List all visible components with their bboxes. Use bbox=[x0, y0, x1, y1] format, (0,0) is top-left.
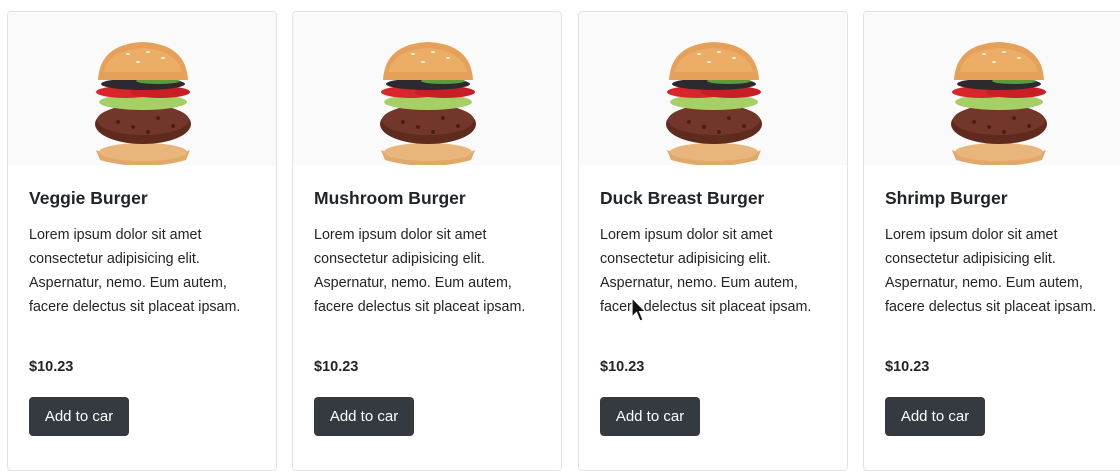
burger-image bbox=[8, 12, 276, 165]
product-card: Shrimp Burger Lorem ipsum dolor sit amet… bbox=[863, 11, 1120, 471]
add-to-cart-button[interactable]: Add to car bbox=[600, 397, 700, 436]
product-grid: Veggie Burger Lorem ipsum dolor sit amet… bbox=[0, 0, 1120, 471]
add-to-cart-button[interactable]: Add to car bbox=[314, 397, 414, 436]
burger-image bbox=[293, 12, 561, 165]
product-description: Lorem ipsum dolor sit amet consectetur a… bbox=[885, 227, 1097, 315]
product-description: Lorem ipsum dolor sit amet consectetur a… bbox=[29, 227, 241, 315]
product-price: $10.23 bbox=[314, 359, 359, 375]
add-to-cart-button[interactable]: Add to car bbox=[29, 397, 129, 436]
burger-image bbox=[579, 12, 847, 165]
product-card: Mushroom Burger Lorem ipsum dolor sit am… bbox=[292, 11, 562, 471]
product-card: Duck Breast Burger Lorem ipsum dolor sit… bbox=[578, 11, 848, 471]
product-description: Lorem ipsum dolor sit amet consectetur a… bbox=[314, 227, 526, 315]
product-description: Lorem ipsum dolor sit amet consectetur a… bbox=[600, 227, 812, 315]
add-to-cart-button[interactable]: Add to car bbox=[885, 397, 985, 436]
product-price: $10.23 bbox=[600, 359, 645, 375]
product-card: Veggie Burger Lorem ipsum dolor sit amet… bbox=[7, 11, 277, 471]
product-title: Mushroom Burger bbox=[314, 188, 466, 208]
product-title: Veggie Burger bbox=[29, 188, 148, 208]
burger-image bbox=[864, 12, 1120, 165]
product-price: $10.23 bbox=[29, 359, 74, 375]
product-price: $10.23 bbox=[885, 359, 930, 375]
product-title: Duck Breast Burger bbox=[600, 188, 765, 208]
product-title: Shrimp Burger bbox=[885, 188, 1008, 208]
